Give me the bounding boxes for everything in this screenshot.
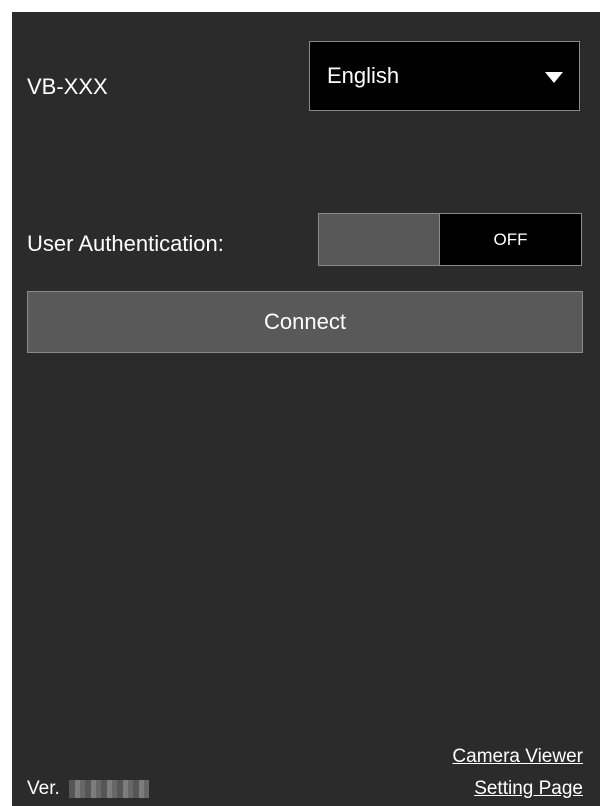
user-authentication-label: User Authentication: — [27, 231, 224, 256]
version-number-redacted — [68, 780, 149, 798]
triangle-down-icon — [545, 72, 563, 83]
user-authentication-toggle[interactable]: OFF — [318, 213, 582, 266]
toggle-off-segment[interactable]: OFF — [440, 214, 581, 265]
connect-button[interactable]: Connect — [27, 291, 583, 353]
language-select[interactable]: English — [309, 41, 580, 111]
app-screen: VB-XXX English User Authentication: OFF … — [12, 12, 600, 806]
camera-viewer-link[interactable]: Camera Viewer — [452, 746, 583, 768]
language-select-value: English — [327, 63, 400, 88]
toggle-on-segment[interactable] — [319, 214, 440, 265]
setting-page-link[interactable]: Setting Page — [474, 778, 583, 800]
model-name: VB-XXX — [27, 74, 108, 99]
version-info: Ver. — [27, 778, 149, 800]
version-prefix: Ver. — [27, 778, 60, 799]
